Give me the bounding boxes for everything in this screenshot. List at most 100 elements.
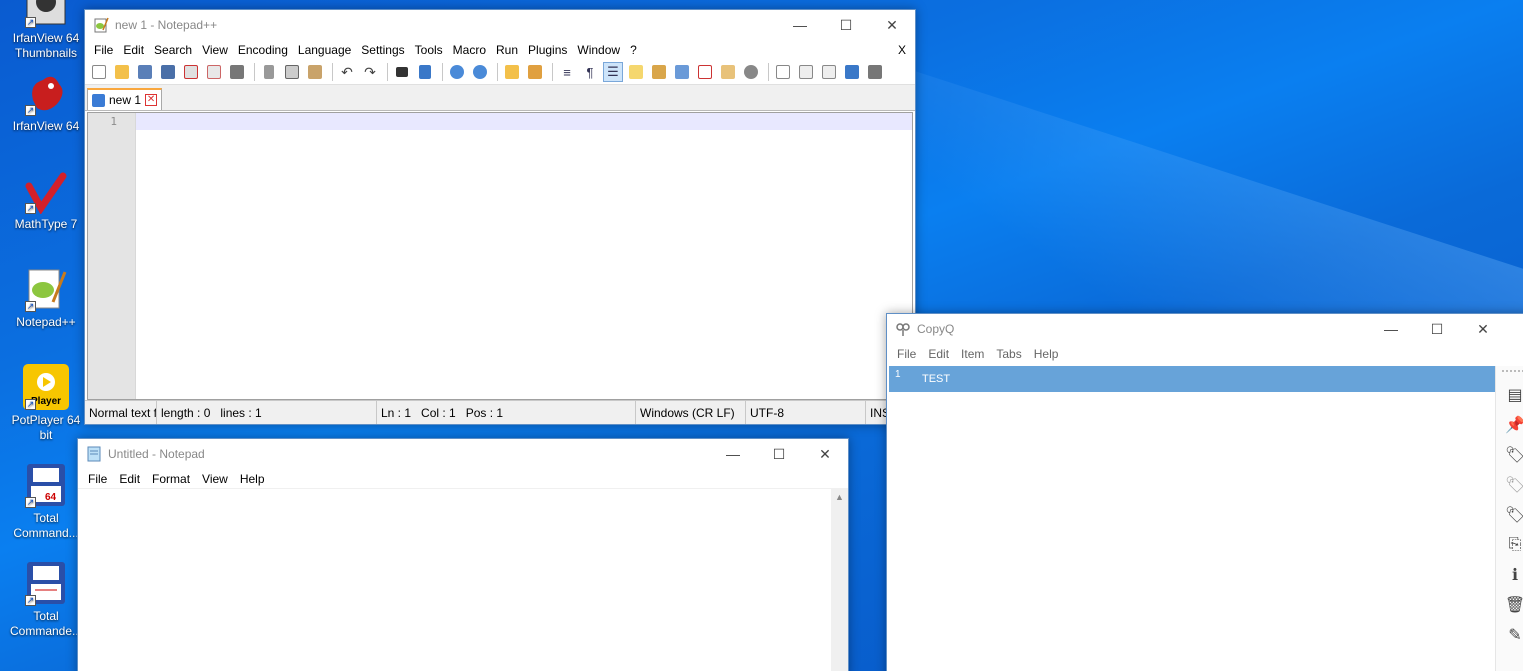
save-all-icon[interactable] bbox=[158, 62, 178, 82]
find-icon[interactable] bbox=[392, 62, 412, 82]
clipboard-item-list[interactable]: 1 TEST bbox=[889, 366, 1495, 671]
minimize-button[interactable]: — bbox=[1368, 314, 1414, 344]
menu-encoding[interactable]: Encoding bbox=[233, 43, 293, 57]
menu-edit[interactable]: Edit bbox=[922, 347, 955, 361]
record-macro-icon[interactable] bbox=[773, 62, 793, 82]
total-commander-icon: ↗ bbox=[23, 560, 69, 606]
monitoring-icon[interactable] bbox=[741, 62, 761, 82]
paste-icon[interactable] bbox=[305, 62, 325, 82]
menu-tabs[interactable]: Tabs bbox=[990, 347, 1027, 361]
close-button[interactable]: ✕ bbox=[869, 10, 915, 40]
notepad-vertical-scrollbar[interactable]: ▲ bbox=[831, 489, 848, 671]
stop-macro-icon[interactable] bbox=[796, 62, 816, 82]
delete-icon[interactable]: 🗑 bbox=[1504, 594, 1523, 616]
redo-icon[interactable]: ↷ bbox=[360, 62, 380, 82]
replace-icon[interactable] bbox=[415, 62, 435, 82]
minimize-button[interactable]: — bbox=[710, 439, 756, 469]
close-document-button[interactable]: X bbox=[893, 43, 911, 57]
npp-editor[interactable]: 1 bbox=[87, 112, 913, 400]
npp-toolbar: ↶ ↷ ≡ ¶ ☰ bbox=[85, 60, 915, 85]
maximize-button[interactable]: ☐ bbox=[756, 439, 802, 469]
menu-file[interactable]: File bbox=[89, 43, 118, 57]
menu-edit[interactable]: Edit bbox=[118, 43, 149, 57]
show-all-chars-icon[interactable]: ¶ bbox=[580, 62, 600, 82]
cut-icon[interactable] bbox=[259, 62, 279, 82]
notepad-text-area[interactable] bbox=[78, 489, 831, 671]
close-button[interactable]: ✕ bbox=[802, 439, 848, 469]
maximize-button[interactable]: ☐ bbox=[1414, 314, 1460, 344]
menu-plugins[interactable]: Plugins bbox=[523, 43, 572, 57]
close-tab-icon[interactable]: ✕ bbox=[145, 94, 158, 106]
menu-tools[interactable]: Tools bbox=[410, 43, 448, 57]
word-wrap-icon[interactable]: ≡ bbox=[557, 62, 577, 82]
open-file-icon[interactable] bbox=[112, 62, 132, 82]
copy-icon[interactable]: ⎘ bbox=[1504, 534, 1523, 556]
menu-view[interactable]: View bbox=[196, 472, 234, 486]
menu-file[interactable]: File bbox=[891, 347, 922, 361]
npp-titlebar[interactable]: new 1 - Notepad++ — ☐ ✕ bbox=[85, 10, 915, 40]
desktop-icon-irfanview[interactable]: ↗ IrfanView 64 bbox=[4, 70, 88, 134]
indent-guide-icon[interactable]: ☰ bbox=[603, 62, 623, 82]
new-file-icon[interactable] bbox=[89, 62, 109, 82]
save-macro-icon[interactable] bbox=[865, 62, 885, 82]
desktop-icon-mathtype[interactable]: ↗ MathType 7 bbox=[4, 168, 88, 232]
close-button[interactable]: ✕ bbox=[1460, 314, 1506, 344]
copyq-titlebar[interactable]: CopyQ — ☐ ✕ bbox=[887, 314, 1523, 344]
desktop-icon-total-commander[interactable]: ↗ Total Commande... bbox=[4, 560, 88, 639]
menu-file[interactable]: File bbox=[82, 472, 113, 486]
menu-format[interactable]: Format bbox=[146, 472, 196, 486]
menu-edit[interactable]: Edit bbox=[113, 472, 146, 486]
menu-help[interactable]: Help bbox=[234, 472, 271, 486]
new-item-icon[interactable]: ▤ bbox=[1504, 384, 1523, 406]
menu-settings[interactable]: Settings bbox=[356, 43, 409, 57]
notepadpp-window[interactable]: new 1 - Notepad++ — ☐ ✕ File Edit Search… bbox=[84, 9, 916, 425]
copyq-window[interactable]: CopyQ — ☐ ✕ File Edit Item Tabs Help 1 T… bbox=[886, 313, 1523, 671]
copy-icon[interactable] bbox=[282, 62, 302, 82]
menu-search[interactable]: Search bbox=[149, 43, 197, 57]
play-macro-icon[interactable] bbox=[819, 62, 839, 82]
desktop-icon-label: MathType 7 bbox=[14, 217, 78, 231]
menu-language[interactable]: Language bbox=[293, 43, 356, 57]
tag-add-icon[interactable]: 🏷 bbox=[1504, 504, 1523, 526]
tag-remove-icon[interactable]: 🏷 bbox=[1504, 474, 1523, 496]
menu-help[interactable]: Help bbox=[1028, 347, 1065, 361]
maximize-button[interactable]: ☐ bbox=[823, 10, 869, 40]
tab-new-1[interactable]: new 1 ✕ bbox=[87, 88, 163, 110]
desktop-icon-potplayer[interactable]: Player ↗ PotPlayer 64 bit bbox=[4, 364, 88, 443]
menu-window[interactable]: Window bbox=[572, 43, 625, 57]
menu-run[interactable]: Run bbox=[491, 43, 523, 57]
run-macro-multiple-icon[interactable] bbox=[842, 62, 862, 82]
print-icon[interactable] bbox=[227, 62, 247, 82]
close-all-icon[interactable] bbox=[204, 62, 224, 82]
pin-icon[interactable]: 📌 bbox=[1504, 414, 1523, 436]
info-icon[interactable]: ℹ bbox=[1504, 564, 1523, 586]
desktop-icon-notepadpp[interactable]: ↗ Notepad++ bbox=[4, 266, 88, 330]
close-file-icon[interactable] bbox=[181, 62, 201, 82]
tag-icon[interactable]: 🏷 bbox=[1504, 444, 1523, 466]
doc-list-icon[interactable] bbox=[672, 62, 692, 82]
zoom-in-icon[interactable] bbox=[447, 62, 467, 82]
minimize-button[interactable]: — bbox=[777, 10, 823, 40]
zoom-out-icon[interactable] bbox=[470, 62, 490, 82]
doc-map-icon[interactable] bbox=[649, 62, 669, 82]
undo-icon[interactable]: ↶ bbox=[337, 62, 357, 82]
menu-macro[interactable]: Macro bbox=[448, 43, 491, 57]
notepad-titlebar[interactable]: Untitled - Notepad — ☐ ✕ bbox=[78, 439, 848, 469]
toolbar-grip[interactable] bbox=[1502, 370, 1523, 376]
udl-icon[interactable] bbox=[626, 62, 646, 82]
save-icon[interactable] bbox=[135, 62, 155, 82]
sync-horizontal-icon[interactable] bbox=[525, 62, 545, 82]
irfanview-thumbnails-icon: ↗ bbox=[23, 0, 69, 28]
edit-icon[interactable]: ✎ bbox=[1504, 624, 1523, 646]
folder-workspace-icon[interactable] bbox=[718, 62, 738, 82]
menu-view[interactable]: View bbox=[197, 43, 233, 57]
desktop-icon-irfanview-thumbnails[interactable]: ↗ IrfanView 64 Thumbnails bbox=[4, 0, 88, 61]
list-item[interactable]: 1 TEST bbox=[889, 366, 1495, 392]
sync-vertical-icon[interactable] bbox=[502, 62, 522, 82]
scroll-up-icon[interactable]: ▲ bbox=[831, 489, 848, 506]
desktop-icon-total-commander-64[interactable]: 64 ↗ Total Command... bbox=[4, 462, 88, 541]
menu-help[interactable]: ? bbox=[625, 43, 642, 57]
menu-item[interactable]: Item bbox=[955, 347, 990, 361]
notepad-window[interactable]: Untitled - Notepad — ☐ ✕ File Edit Forma… bbox=[77, 438, 849, 671]
function-list-icon[interactable] bbox=[695, 62, 715, 82]
